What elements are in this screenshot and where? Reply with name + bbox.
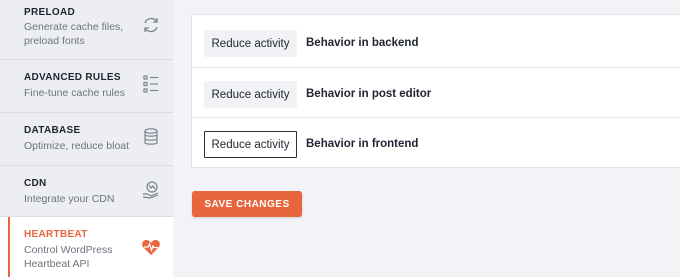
cdn-globe-hand-icon	[141, 180, 161, 200]
backend-reduce-activity-button[interactable]: Reduce activity	[204, 30, 297, 57]
sidebar-item-title: PRELOAD	[24, 7, 75, 18]
sidebar-item-advanced-rules[interactable]: ADVANCED RULES Fine-tune cache rules	[0, 60, 173, 113]
heartbeat-row-backend: Reduce activity Behavior in backend	[192, 17, 680, 67]
sidebar-item-title: DATABASE	[24, 125, 81, 136]
post-editor-reduce-activity-button[interactable]: Reduce activity	[204, 81, 297, 108]
sidebar-item-subtitle: Control WordPress Heartbeat API	[24, 244, 113, 270]
sidebar-item-title: ADVANCED RULES	[24, 72, 121, 83]
backend-behavior-label: Behavior in backend	[306, 37, 419, 49]
sidebar-item-title: HEARTBEAT	[24, 229, 88, 240]
sidebar-item-subtitle: Optimize, reduce bloat	[24, 140, 130, 152]
sidebar-item-subtitle: Generate cache files, preload fonts	[24, 21, 124, 47]
sidebar-item-subtitle: Fine-tune cache rules	[24, 87, 125, 99]
refresh-icon	[141, 15, 161, 35]
frontend-reduce-activity-button[interactable]: Reduce activity	[204, 131, 297, 158]
sidebar-item-title: CDN	[24, 178, 47, 189]
section-description-cutoff: · · · · · · · · · · · · · · · · · · · · …	[191, 0, 680, 6]
frontend-behavior-label: Behavior in frontend	[306, 138, 419, 150]
sidebar-item-database[interactable]: DATABASE Optimize, reduce bloat	[0, 113, 173, 166]
sidebar-item-heartbeat[interactable]: HEARTBEAT Control WordPress Heartbeat AP…	[0, 217, 173, 277]
sidebar-item-subtitle: Integrate your CDN	[24, 193, 115, 205]
heartbeat-row-frontend: Reduce activity Behavior in frontend	[192, 117, 680, 168]
sidebar-item-cdn[interactable]: CDN Integrate your CDN	[0, 166, 173, 217]
sidebar: PRELOAD Generate cache files, preload fo…	[0, 0, 173, 277]
sidebar-item-preload[interactable]: PRELOAD Generate cache files, preload fo…	[0, 0, 173, 60]
database-icon	[141, 127, 161, 147]
cutoff-text-decoration: · · · · · · · · · · · · · · · · · · · · …	[231, 0, 548, 5]
active-indicator	[8, 217, 10, 277]
rules-list-icon	[141, 74, 161, 94]
heartbeat-row-post-editor: Reduce activity Behavior in post editor	[192, 67, 680, 118]
post-editor-behavior-label: Behavior in post editor	[306, 88, 432, 100]
save-changes-button[interactable]: SAVE CHANGES	[192, 191, 302, 217]
heartbeat-settings-panel: Reduce activity Behavior in backend Redu…	[191, 14, 680, 168]
heartbeat-icon	[141, 237, 161, 257]
